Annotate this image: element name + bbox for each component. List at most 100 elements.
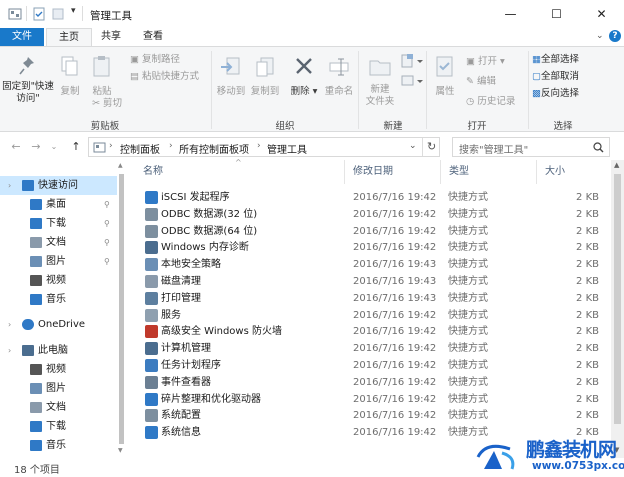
expand-chevron-icon[interactable]: ›: [8, 176, 11, 195]
sidebar-item[interactable]: 文档: [0, 398, 124, 417]
sidebar-item[interactable]: 图片 ⚲: [0, 252, 124, 271]
file-date: 2016/7/16 19:42: [353, 343, 437, 355]
select-all-button[interactable]: ▦ 全部选择: [532, 54, 579, 66]
new-folder-button[interactable]: 新建 文件夹: [362, 55, 398, 108]
sidebar-item[interactable]: 下载 ⚲: [0, 214, 124, 233]
navigation-pane-scrollbar[interactable]: ▲ ▼: [117, 160, 125, 455]
window-title: 管理工具: [90, 10, 132, 22]
scroll-up-icon[interactable]: ▲: [614, 161, 619, 169]
column-header-type[interactable]: 类型: [441, 160, 537, 184]
search-icon[interactable]: [593, 142, 604, 153]
delete-button[interactable]: 删除 ▾: [290, 55, 318, 98]
properties-button[interactable]: 属性: [430, 55, 460, 98]
tab-file[interactable]: 文件: [0, 28, 44, 46]
file-name: 碎片整理和优化驱动器: [161, 393, 261, 405]
scroll-thumb[interactable]: [119, 174, 124, 444]
file-size: 2 KB: [576, 343, 599, 355]
file-row[interactable]: 打印管理 2016/7/16 19:43 快捷方式 2 KB: [135, 290, 605, 307]
file-name: 计算机管理: [161, 343, 211, 355]
file-row[interactable]: ODBC 数据源(32 位) 2016/7/16 19:42 快捷方式 2 KB: [135, 206, 605, 223]
file-list: 名称 ^ 修改日期 类型 大小 iSCSI 发起程序 2016/7/16 19:4…: [135, 158, 611, 455]
copy-button[interactable]: 复制: [56, 55, 84, 98]
file-row[interactable]: 事件查看器 2016/7/16 19:42 快捷方式 2 KB: [135, 374, 605, 391]
clipboard-group-label: 剪贴板: [90, 121, 120, 132]
file-row[interactable]: 服务 2016/7/16 19:42 快捷方式 2 KB: [135, 307, 605, 324]
sidebar-item[interactable]: 视频: [0, 360, 124, 379]
new-item-button[interactable]: [401, 53, 423, 72]
sidebar-item[interactable]: 此电脑 ›: [0, 341, 124, 360]
sidebar-item[interactable]: 快速访问 ›: [0, 176, 124, 195]
file-row[interactable]: 高级安全 Windows 防火墙 2016/7/16 19:42 快捷方式 2 KB: [135, 323, 605, 340]
sidebar-item[interactable]: 视频: [0, 271, 124, 290]
breadcrumb-admin-tools[interactable]: 管理工具: [267, 141, 307, 156]
picture-icon: [30, 383, 42, 394]
close-button[interactable]: ✕: [579, 0, 624, 28]
file-row[interactable]: 计算机管理 2016/7/16 19:42 快捷方式 2 KB: [135, 340, 605, 357]
help-icon[interactable]: ?: [609, 30, 621, 42]
file-row[interactable]: 磁盘清理 2016/7/16 19:43 快捷方式 2 KB: [135, 273, 605, 290]
invert-selection-button[interactable]: ▩ 反向选择: [532, 88, 579, 100]
recent-locations-icon[interactable]: ⌄: [46, 136, 62, 158]
copy-path-button[interactable]: ▣ 复制路径: [130, 54, 180, 66]
scroll-down-icon[interactable]: ▼: [118, 447, 123, 454]
sidebar-item[interactable]: 桌面 ⚲: [0, 195, 124, 214]
file-row[interactable]: 系统配置 2016/7/16 19:42 快捷方式 2 KB: [135, 407, 605, 424]
tab-view[interactable]: 查看: [134, 28, 172, 46]
expand-chevron-icon[interactable]: ›: [8, 341, 11, 360]
move-to-button[interactable]: 移动到: [214, 55, 248, 98]
customize-quick-access-icon[interactable]: ▾: [71, 6, 76, 16]
back-arrow-icon[interactable]: ←: [8, 136, 24, 158]
file-row[interactable]: 碎片整理和优化驱动器 2016/7/16 19:42 快捷方式 2 KB: [135, 391, 605, 408]
rename-button[interactable]: 重命名: [322, 55, 356, 98]
address-bar[interactable]: › 控制面板 › 所有控制面板项 › 管理工具 ⌄ ↻: [88, 137, 440, 157]
column-header-date[interactable]: 修改日期: [345, 160, 441, 184]
minimize-button[interactable]: —: [488, 0, 533, 28]
search-box[interactable]: 搜索"管理工具": [452, 137, 610, 157]
collapse-ribbon-icon[interactable]: ⌄: [596, 31, 604, 41]
file-row[interactable]: Windows 内存诊断 2016/7/16 19:42 快捷方式 2 KB: [135, 239, 605, 256]
new-folder-quick-icon[interactable]: [52, 7, 64, 21]
sidebar-item[interactable]: OneDrive ›: [0, 315, 124, 334]
sidebar-item[interactable]: 音乐: [0, 436, 124, 455]
file-row[interactable]: ODBC 数据源(64 位) 2016/7/16 19:42 快捷方式 2 KB: [135, 223, 605, 240]
paste-shortcut-button[interactable]: ▤ 粘贴快捷方式: [130, 71, 199, 83]
sidebar-item[interactable]: 下载: [0, 417, 124, 436]
control-panel-icon[interactable]: [8, 7, 22, 21]
tab-share[interactable]: 共享: [92, 28, 130, 46]
expand-chevron-icon[interactable]: ›: [8, 315, 11, 334]
tab-home[interactable]: 主页: [46, 28, 92, 46]
pin-quick-access-button[interactable]: 固定到"快速访问": [2, 55, 54, 105]
column-header-size[interactable]: 大小: [537, 160, 605, 184]
up-arrow-icon[interactable]: ↑: [68, 136, 84, 158]
file-type: 快捷方式: [448, 326, 488, 338]
watermark-url: www.0753px.com: [532, 460, 624, 472]
breadcrumb-control-panel[interactable]: 控制面板: [120, 141, 160, 156]
file-size: 2 KB: [576, 393, 599, 405]
file-row[interactable]: 任务计划程序 2016/7/16 19:42 快捷方式 2 KB: [135, 357, 605, 374]
maximize-button[interactable]: ☐: [534, 0, 579, 28]
address-dropdown-icon[interactable]: ⌄: [409, 141, 417, 151]
edit-button[interactable]: ✎ 编辑: [466, 76, 496, 88]
sidebar-item[interactable]: 图片: [0, 379, 124, 398]
paste-button[interactable]: 粘贴: [88, 55, 116, 98]
copy-to-button[interactable]: 复制到: [248, 55, 282, 98]
search-input[interactable]: 搜索"管理工具": [459, 141, 528, 156]
easy-access-button[interactable]: [401, 73, 423, 92]
open-button[interactable]: ▣ 打开 ▾: [466, 56, 505, 68]
history-button[interactable]: ◷ 历史记录: [466, 96, 515, 108]
forward-arrow-icon[interactable]: →: [28, 136, 44, 158]
file-list-scrollbar[interactable]: ▲ ▼: [611, 160, 624, 458]
file-row[interactable]: iSCSI 发起程序 2016/7/16 19:42 快捷方式 2 KB: [135, 189, 605, 206]
sidebar-item-label: 文档: [46, 237, 66, 248]
file-row[interactable]: 本地安全策略 2016/7/16 19:43 快捷方式 2 KB: [135, 256, 605, 273]
ribbon: 固定到"快速访问" 复制 粘贴 ▣ 复制路径 ▤ 粘贴快捷方式 ✂ 剪切 剪贴板…: [0, 46, 624, 132]
breadcrumb-all-items[interactable]: 所有控制面板项: [179, 141, 249, 156]
scroll-up-icon[interactable]: ▲: [118, 162, 123, 169]
refresh-icon[interactable]: ↻: [427, 140, 436, 153]
scroll-thumb[interactable]: [614, 174, 621, 424]
cut-button[interactable]: ✂ 剪切: [92, 98, 122, 110]
properties-quick-icon[interactable]: [33, 7, 46, 21]
sidebar-item[interactable]: 音乐: [0, 290, 124, 309]
select-none-button[interactable]: ▢ 全部取消: [532, 71, 579, 83]
sidebar-item[interactable]: 文档 ⚲: [0, 233, 124, 252]
